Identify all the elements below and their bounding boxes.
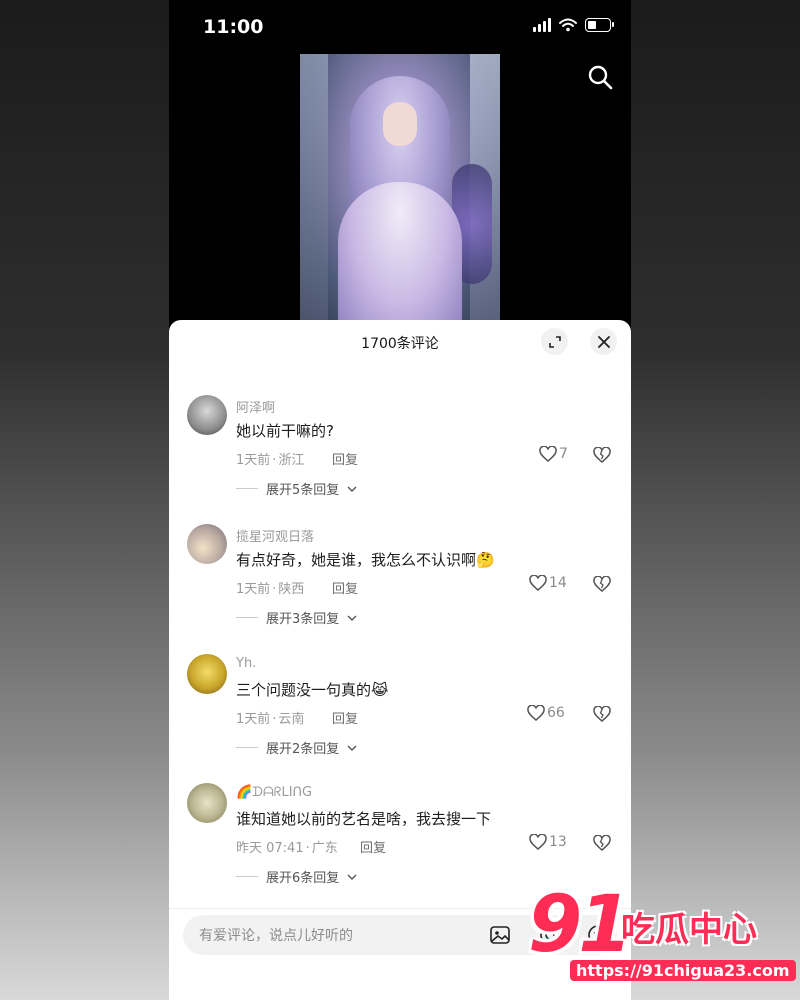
expand-replies-button[interactable]: 展开3条回复 xyxy=(236,608,357,627)
like-count: 66 xyxy=(547,705,565,721)
avatar[interactable] xyxy=(187,524,227,564)
like-count: 7 xyxy=(559,446,568,462)
chevron-down-icon xyxy=(347,486,357,492)
comment-input[interactable] xyxy=(197,915,481,957)
reply-button[interactable]: 回复 xyxy=(332,578,358,597)
avatar[interactable] xyxy=(187,654,227,694)
comment-username[interactable]: 🌈ᗪᗩᖇᒪIᑎG xyxy=(236,785,312,800)
like-button[interactable]: 13 xyxy=(529,834,567,850)
comment-username[interactable]: 揽星河观日落 xyxy=(236,526,314,545)
watermark-number: 91 xyxy=(528,880,633,970)
broken-heart-icon[interactable] xyxy=(593,447,611,463)
watermark-brand: 吃瓜中心 xyxy=(621,910,757,950)
expand-icon xyxy=(548,335,561,348)
expand-replies-button[interactable]: 展开6条回复 xyxy=(236,867,357,886)
broken-heart-icon[interactable] xyxy=(593,706,611,722)
phone-screen: 11:00 1700条评论 阿泽啊 她以前干嘛的? 1天前 · 浙江 回复 7 … xyxy=(169,0,631,1000)
like-button[interactable]: 7 xyxy=(539,446,568,462)
like-button[interactable]: 66 xyxy=(527,705,565,721)
like-button[interactable]: 14 xyxy=(529,575,567,591)
heart-icon xyxy=(539,446,557,462)
chevron-down-icon xyxy=(347,874,357,880)
video-thumbnail[interactable] xyxy=(300,54,500,322)
comment-item: Yh. 三个问题没一句真的😹 1天前 · 云南 回复 66 展开2条回复 xyxy=(169,654,631,774)
chevron-down-icon xyxy=(347,615,357,621)
comment-username[interactable]: 阿泽啊 xyxy=(236,397,275,416)
reply-button[interactable]: 回复 xyxy=(360,837,386,856)
like-count: 13 xyxy=(549,834,567,850)
expand-button[interactable] xyxy=(541,328,568,355)
broken-heart-icon[interactable] xyxy=(593,576,611,592)
heart-icon xyxy=(527,705,545,721)
close-icon xyxy=(597,335,610,348)
site-watermark: 91 吃瓜中心 https://91chigua23.com xyxy=(528,880,796,990)
comment-text: 三个问题没一句真的😹 xyxy=(236,681,389,699)
signal-icon xyxy=(533,18,551,32)
reply-button[interactable]: 回复 xyxy=(332,449,358,468)
reply-button[interactable]: 回复 xyxy=(332,708,358,727)
comment-meta: 昨天 07:41 · 广东 xyxy=(236,841,338,856)
like-count: 14 xyxy=(549,575,567,591)
status-icons xyxy=(533,18,614,32)
comment-text: 她以前干嘛的? xyxy=(236,422,334,440)
expand-replies-button[interactable]: 展开2条回复 xyxy=(236,738,357,757)
status-time: 11:00 xyxy=(203,16,264,38)
search-icon[interactable] xyxy=(587,64,613,90)
heart-icon xyxy=(529,575,547,591)
status-bar: 11:00 xyxy=(169,0,631,54)
watermark-url: https://91chigua23.com xyxy=(570,960,796,981)
heart-icon xyxy=(529,834,547,850)
comment-item: 揽星河观日落 有点好奇，她是谁，我怎么不认识啊🤔 1天前 · 陕西 回复 14 展开… xyxy=(169,524,631,644)
broken-heart-icon[interactable] xyxy=(593,835,611,851)
battery-icon xyxy=(585,18,614,32)
comment-item: 阿泽啊 她以前干嘛的? 1天前 · 浙江 回复 7 展开5条回复 xyxy=(169,395,631,515)
expand-replies-button[interactable]: 展开5条回复 xyxy=(236,479,357,498)
avatar[interactable] xyxy=(187,395,227,435)
wifi-icon xyxy=(559,18,577,32)
comment-text: 有点好奇，她是谁，我怎么不认识啊🤔 xyxy=(236,551,495,569)
comment-meta: 1天前 · 云南 xyxy=(236,712,305,727)
close-button[interactable] xyxy=(590,328,617,355)
image-icon[interactable] xyxy=(489,924,511,946)
comment-text: 谁知道她以前的艺名是啥，我去搜一下 xyxy=(236,810,492,828)
comment-username[interactable]: Yh. xyxy=(236,656,256,671)
chevron-down-icon xyxy=(347,745,357,751)
avatar[interactable] xyxy=(187,783,227,823)
comment-meta: 1天前 · 陕西 xyxy=(236,582,305,597)
comment-meta: 1天前 · 浙江 xyxy=(236,453,305,468)
